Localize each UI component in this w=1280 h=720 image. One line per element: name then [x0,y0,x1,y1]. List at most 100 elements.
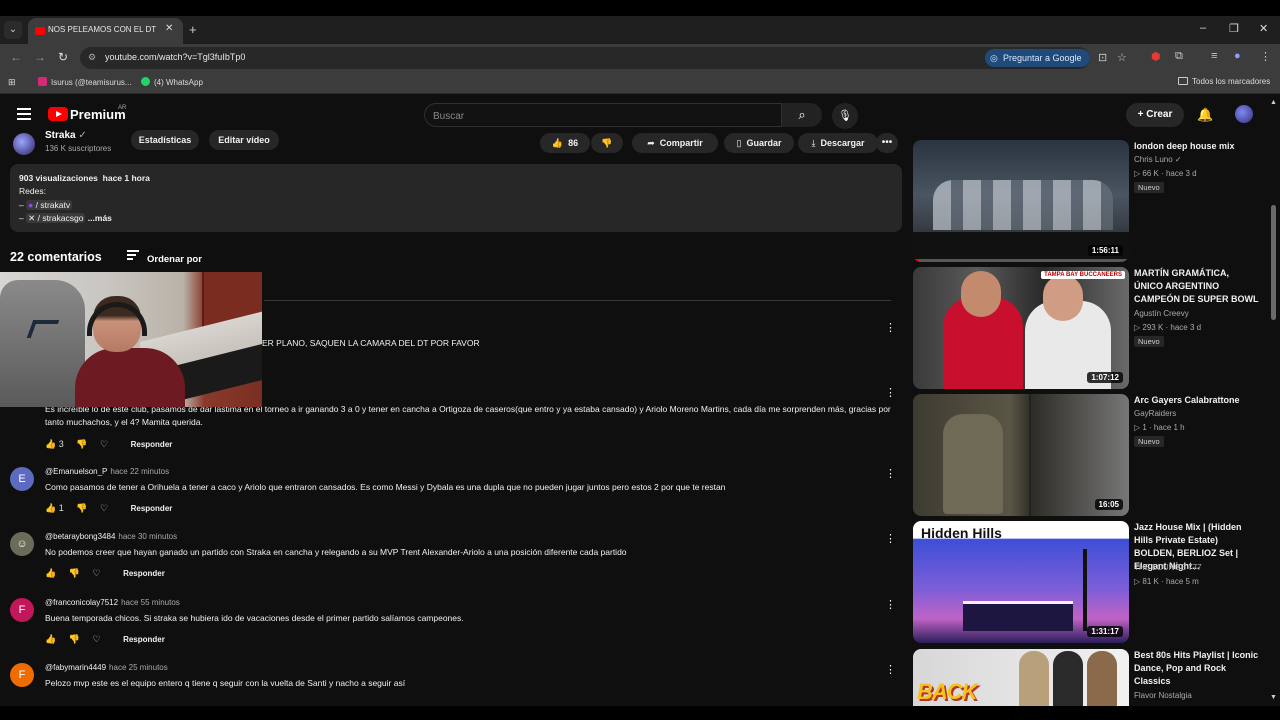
comment-menu-icon[interactable]: ⋮ [885,598,896,611]
like-button[interactable]: 👍 86 [540,133,590,153]
extensions-puzzle-icon[interactable]: ⧉ [1175,50,1183,63]
media-controls-icon[interactable]: ≡ [1211,50,1217,62]
comment-author[interactable]: @franconicolay7512 hace 55 minutos [45,598,180,607]
adblock-extension-icon[interactable]: ⬢ [1151,50,1161,63]
bookmark-instagram[interactable]: Isurus (@teamisurus... [38,77,132,87]
reply-button[interactable]: Responder [131,440,173,449]
comment-heart-button[interactable]: ♡ [100,503,108,514]
window-restore-icon[interactable]: ❐ [1229,22,1239,35]
comment-menu-icon[interactable]: ⋮ [885,386,896,399]
comment-author[interactable]: @betaraybong3484 hace 30 minutos [45,532,177,541]
recommendation-item[interactable]: BACK Best 80s Hits Playlist | Iconic Dan… [913,649,1263,706]
url-text[interactable]: youtube.com/watch?v=Tgl3fuIbTp0 [105,52,245,62]
scroll-down-arrow-icon[interactable]: ▼ [1270,694,1277,701]
comment-dislike-button[interactable]: 👎 [69,568,80,579]
save-button[interactable]: ▯ Guardar [724,133,794,153]
notifications-bell-icon[interactable]: 🔔 [1197,107,1213,123]
video-description[interactable]: 903 visualizaciones hace 1 hora Redes: –… [10,164,902,232]
recommendation-item[interactable]: Hidden Hills 1:31:17 Jazz House Mix | (H… [913,521,1263,643]
comment-menu-icon[interactable]: ⋮ [885,321,896,334]
video-thumbnail[interactable]: 1:56:11 [913,140,1129,262]
browser-menu-icon[interactable]: ⋮ [1260,50,1271,63]
rec-video-title[interactable]: Arc Gayers Calabrattone [1134,394,1260,407]
window-minimize-icon[interactable]: – [1200,22,1206,34]
rec-channel-name[interactable]: Flavor Nostalgia [1134,691,1192,700]
comment-avatar[interactable]: ☺ [10,532,34,556]
search-button[interactable]: ⌕ [782,103,822,127]
more-actions-button[interactable]: ••• [876,133,898,153]
rec-video-title[interactable]: Best 80s Hits Playlist | Iconic Dance, P… [1134,649,1260,688]
comment-like-button[interactable]: 👍 [45,634,56,645]
back-arrow-icon[interactable]: ← [10,50,22,64]
rec-video-title[interactable]: london deep house mix [1134,140,1260,153]
browser-tab-active[interactable]: NOS PELEAMOS CON EL DT EN ✕ [28,18,183,44]
recommendation-item[interactable]: 16:05 Arc Gayers Calabrattone GayRaiders… [913,394,1263,516]
comment-menu-icon[interactable]: ⋮ [885,467,896,480]
comment-like-button[interactable]: 👍 [45,568,56,579]
comment-like-button[interactable]: 👍 1 [45,503,64,514]
address-bar[interactable]: ⚙ youtube.com/watch?v=Tgl3fuIbTp0 ◎ Preg… [80,47,1127,69]
social-link-2[interactable]: – ✕ / strakacsgo ...más [19,213,112,224]
edit-video-button[interactable]: Editar vídeo [209,130,279,150]
voice-search-button[interactable]: 🎙 [832,103,858,129]
rec-channel-name[interactable]: Agustín Creevy [1134,309,1189,318]
window-close-icon[interactable]: ✕ [1259,22,1268,35]
channel-avatar[interactable] [13,133,35,155]
bookmark-whatsapp[interactable]: (4) WhatsApp [141,77,203,87]
tab-search-dropdown-icon[interactable]: ⌄ [4,21,22,39]
bookmark-star-icon[interactable]: ☆ [1117,51,1127,64]
create-button[interactable]: + Crear [1126,103,1184,127]
search-input[interactable] [433,108,763,124]
comment-dislike-button[interactable]: 👎 [69,634,80,645]
dislike-button[interactable]: 👎 [591,133,623,153]
download-button[interactable]: ⤓ Descargar [798,133,878,153]
comment-menu-icon[interactable]: ⋮ [885,532,896,545]
video-thumbnail[interactable]: BACK [913,649,1129,706]
social-link-1[interactable]: – ● / strakatv [19,200,73,210]
comment-heart-button[interactable]: ♡ [100,439,108,450]
rec-video-title[interactable]: MARTÍN GRAMÁTICA, ÚNICO ARGENTINO CAMPEÓ… [1134,267,1260,306]
reload-icon[interactable]: ↻ [58,50,68,64]
comment-dislike-button[interactable]: 👎 [76,439,87,450]
rec-channel-name[interactable]: Chris Luno ✓ [1134,155,1182,164]
page-scrollbar-thumb[interactable] [1271,205,1276,320]
comment-heart-button[interactable]: ♡ [92,568,100,579]
show-more-link[interactable]: ...más [88,213,112,223]
rec-channel-name[interactable]: GayRaiders [1134,409,1176,418]
site-info-icon[interactable]: ⚙ [88,52,96,63]
ask-google-button[interactable]: ◎ Preguntar a Google [985,49,1090,67]
account-avatar[interactable] [1235,105,1253,123]
youtube-logo-icon[interactable] [48,107,68,121]
scroll-up-arrow-icon[interactable]: ▲ [1270,99,1277,106]
all-bookmarks-folder[interactable]: Todos los marcadores [1178,77,1270,86]
reply-button[interactable]: Responder [123,635,165,644]
rec-channel-name[interactable]: THE LOUNGE 777 [1134,563,1202,572]
statistics-button[interactable]: Estadísticas [131,130,199,150]
apps-grid-icon[interactable]: ⊞ [8,77,16,88]
comment-avatar[interactable]: F [10,663,34,687]
video-thumbnail[interactable]: Hidden Hills 1:31:17 [913,521,1129,643]
recommendation-item[interactable]: TAMPA BAY BUCCANEERS 1:07:12 MARTÍN GRAM… [913,267,1263,389]
comment-author[interactable]: @Emanuelson_P hace 22 minutos [45,467,169,476]
recommendation-item[interactable]: 1:56:11 london deep house mix Chris Luno… [913,140,1263,262]
comment-avatar[interactable]: E [10,467,34,491]
comment-menu-icon[interactable]: ⋮ [885,663,896,676]
comment-heart-button[interactable]: ♡ [92,634,100,645]
video-thumbnail[interactable]: 16:05 [913,394,1129,516]
tab-close-icon[interactable]: ✕ [165,23,173,34]
comment-like-button[interactable]: 👍 3 [45,439,64,450]
comment-dislike-button[interactable]: 👎 [76,503,87,514]
reply-button[interactable]: Responder [131,504,173,513]
share-button[interactable]: ➦ Compartir [632,133,718,153]
sort-by-button[interactable]: Ordenar por [127,250,202,265]
install-app-icon[interactable]: ⊡ [1098,51,1107,64]
profile-icon[interactable]: ● [1234,50,1241,62]
forward-arrow-icon[interactable]: → [34,50,46,64]
video-thumbnail[interactable]: TAMPA BAY BUCCANEERS 1:07:12 [913,267,1129,389]
comment-author[interactable]: @fabymarin4449 hace 25 minutos [45,663,168,672]
menu-hamburger-icon[interactable] [17,108,31,120]
comment-avatar[interactable]: F [10,598,34,622]
new-tab-plus-icon[interactable]: + [189,22,197,37]
channel-name[interactable]: Straka ✓ [45,130,87,141]
reply-button[interactable]: Responder [123,569,165,578]
